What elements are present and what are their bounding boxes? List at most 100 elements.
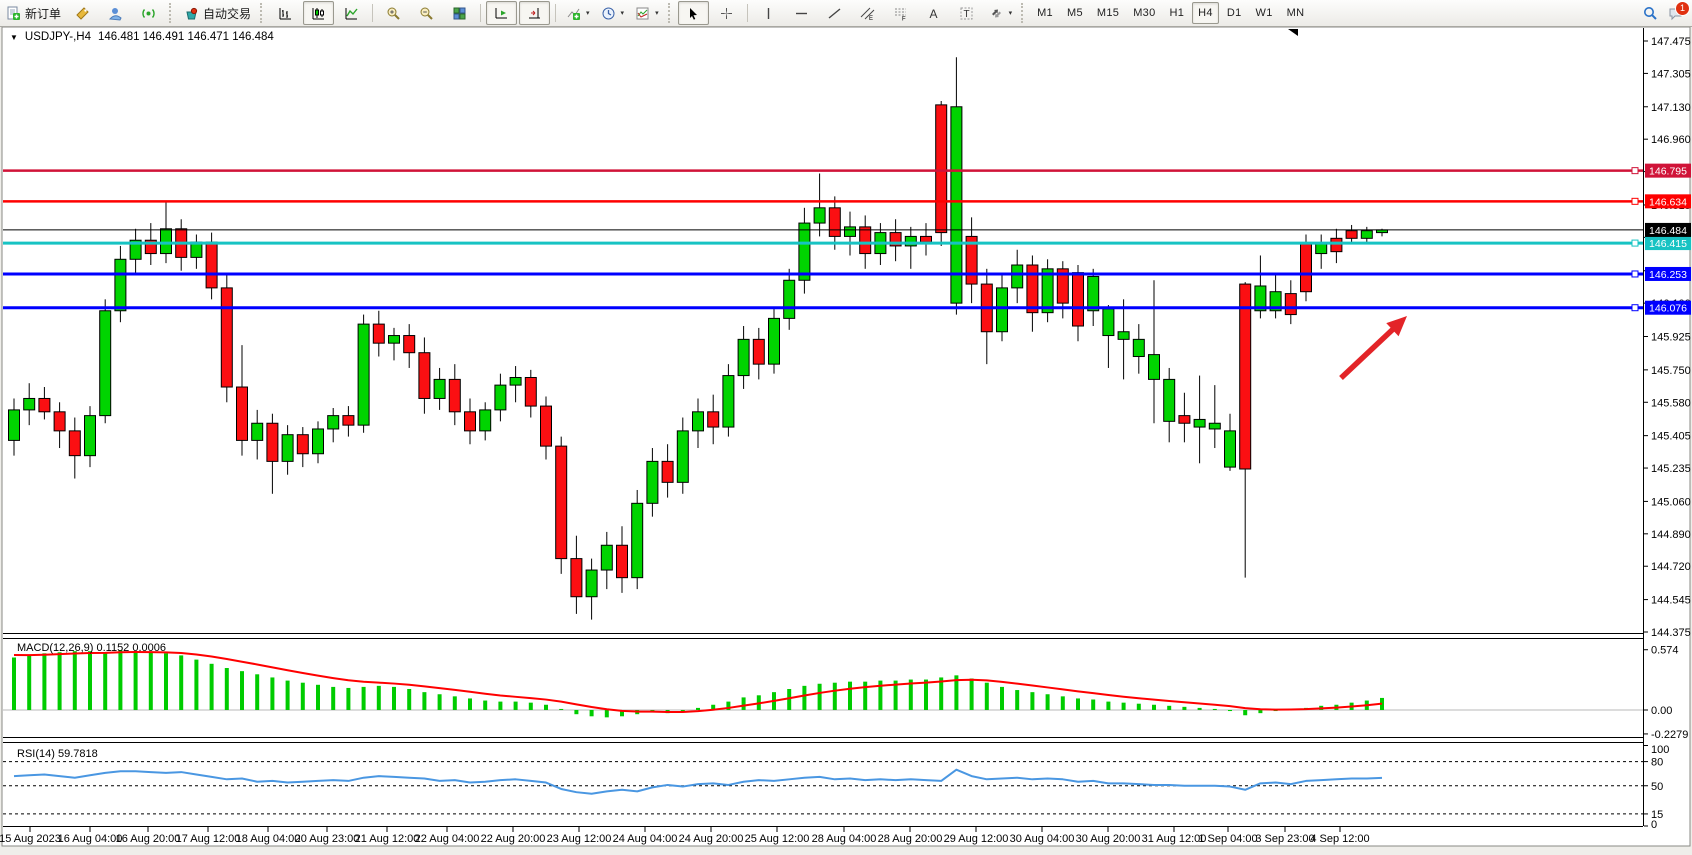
toolbar-separator (169, 3, 174, 23)
period-selector-button[interactable]: ▾ (596, 1, 629, 25)
crosshair-button[interactable] (711, 1, 742, 25)
template-selector-icon (634, 5, 651, 22)
new-order-label: 新订单 (25, 5, 61, 22)
candlestick-chart-button[interactable] (303, 1, 334, 25)
svg-text:28 Aug 20:00: 28 Aug 20:00 (878, 833, 943, 845)
tile-windows-button[interactable] (444, 1, 475, 25)
period-selector-icon (600, 5, 617, 22)
equidistant-channel-button[interactable]: E (852, 1, 883, 25)
toolbar-right-group: 1 (1642, 5, 1692, 22)
auto-scroll-button[interactable] (486, 1, 517, 25)
cursor-button[interactable] (678, 1, 709, 25)
crosshair-icon (718, 5, 735, 22)
auto-scroll-icon (493, 5, 510, 22)
auto-trading-button[interactable]: 自动交易 (179, 1, 255, 25)
macd-bar (483, 701, 487, 710)
timeframe-mn-button[interactable]: MN (1281, 2, 1311, 24)
add-indicator-icon (565, 5, 582, 22)
macd-bar (1122, 703, 1126, 710)
timeframe-m30-button[interactable]: M30 (1127, 2, 1161, 24)
candle (358, 315, 369, 433)
macd-bar (88, 651, 92, 710)
chevron-down-icon[interactable]: ▾ (1009, 9, 1013, 17)
svg-text:30 Aug 04:00: 30 Aug 04:00 (1010, 833, 1075, 845)
macd-bar (514, 702, 518, 710)
timeframe-d1-button[interactable]: D1 (1221, 2, 1248, 24)
svg-text:-0.2279: -0.2279 (1651, 729, 1688, 741)
macd-bar (1000, 687, 1004, 710)
svg-text:24 Aug 20:00: 24 Aug 20:00 (679, 833, 744, 845)
svg-text:28 Aug 04:00: 28 Aug 04:00 (812, 833, 877, 845)
macd-bar (422, 692, 426, 710)
cloud-publish-icon (107, 5, 124, 22)
main-toolbar: 新订单 自动交易 ▾ ▾ ▾ E FAT ▾ M1M5M15M30H1H4D1W1MN 1 (0, 0, 1692, 27)
macd-bar (1182, 707, 1186, 710)
macd-bar (985, 683, 989, 710)
tag-button[interactable] (67, 1, 98, 25)
macd-bar (407, 689, 411, 710)
macd-bar (1213, 709, 1217, 710)
timeframe-h4-button[interactable]: H4 (1192, 2, 1219, 24)
signal-icon (140, 5, 157, 22)
toolbar-divider (747, 4, 748, 22)
macd-bar (1015, 690, 1019, 710)
svg-text:145.925: 145.925 (1651, 332, 1691, 344)
zoom-out-button[interactable] (411, 1, 442, 25)
cloud-publish-button[interactable] (100, 1, 131, 25)
macd-bar (574, 710, 578, 714)
search-icon[interactable] (1642, 5, 1659, 22)
template-selector-button[interactable]: ▾ (630, 1, 663, 25)
zoom-in-button[interactable] (378, 1, 409, 25)
text-tool-button[interactable]: A (918, 1, 949, 25)
chart-shift-button[interactable] (519, 1, 550, 25)
horizontal-line-button[interactable] (786, 1, 817, 25)
timeframe-w1-button[interactable]: W1 (1250, 2, 1279, 24)
svg-text:144.720: 144.720 (1651, 561, 1691, 573)
timeframe-m5-button[interactable]: M5 (1061, 2, 1089, 24)
symbol-dropdown-icon[interactable]: ▼ (10, 33, 18, 42)
bar-chart-button[interactable] (270, 1, 301, 25)
macd-bar (605, 710, 609, 717)
toolbar-separator (260, 3, 265, 23)
macd-label: MACD(12,26,9) 0.1152 0.0006 (17, 642, 166, 654)
macd-bar (1152, 705, 1156, 710)
new-order-icon (5, 5, 22, 22)
line-chart-button[interactable] (336, 1, 367, 25)
chart-canvas[interactable]: 147.475147.305147.130146.960146.790146.6… (0, 0, 1692, 855)
text-label-button[interactable]: T (951, 1, 982, 25)
timeframe-m15-button[interactable]: M15 (1091, 2, 1125, 24)
svg-text:30 Aug 20:00: 30 Aug 20:00 (1076, 833, 1141, 845)
auto-trading-label: 自动交易 (203, 5, 251, 22)
timeframe-m1-button[interactable]: M1 (1031, 2, 1059, 24)
macd-bar (1106, 702, 1110, 710)
svg-text:144.890: 144.890 (1651, 529, 1691, 541)
toolbar-divider (372, 4, 373, 22)
svg-text:31 Aug 12:00: 31 Aug 12:00 (1142, 833, 1207, 845)
chevron-down-icon[interactable]: ▾ (621, 9, 625, 17)
macd-bar (1243, 710, 1247, 715)
chevron-down-icon[interactable]: ▾ (586, 9, 590, 17)
macd-bar (544, 705, 548, 710)
fibonacci-button[interactable]: F (885, 1, 916, 25)
add-indicator-button[interactable]: ▾ (561, 1, 594, 25)
line-chart-icon (343, 5, 360, 22)
macd-bar (103, 652, 107, 710)
arrow-tools-button[interactable]: ▾ (984, 1, 1017, 25)
new-order-button[interactable]: 新订单 (1, 1, 65, 25)
svg-text:144.375: 144.375 (1651, 627, 1691, 639)
svg-text:E: E (869, 16, 873, 22)
bar-chart-icon (277, 5, 294, 22)
svg-text:4 Sep 12:00: 4 Sep 12:00 (1310, 833, 1369, 845)
svg-text:15 Aug 2023: 15 Aug 2023 (0, 833, 61, 845)
vertical-line-button[interactable] (753, 1, 784, 25)
chart-shift-icon (526, 5, 543, 22)
toolbar-divider (555, 4, 556, 22)
signal-button[interactable] (133, 1, 164, 25)
timeframe-h1-button[interactable]: H1 (1164, 2, 1191, 24)
svg-text:146.076: 146.076 (1649, 303, 1687, 315)
macd-bar (453, 696, 457, 710)
notifications-icon[interactable]: 1 (1667, 5, 1684, 22)
chevron-down-icon[interactable]: ▾ (655, 9, 659, 17)
trendline-button[interactable] (819, 1, 850, 25)
svg-text:146.415: 146.415 (1649, 238, 1687, 250)
